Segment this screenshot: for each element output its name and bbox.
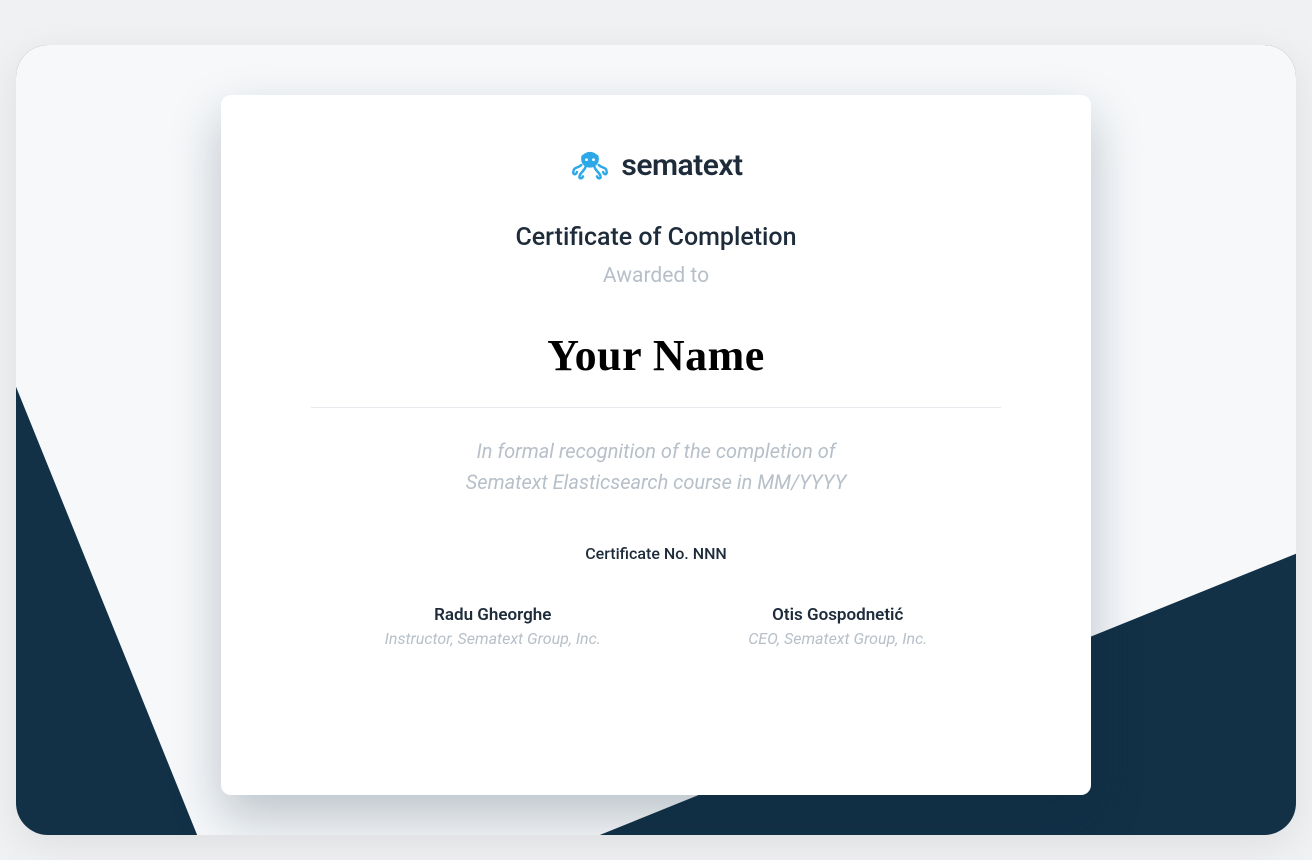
octopus-icon [569, 147, 611, 183]
awarded-to-label: Awarded to [603, 264, 709, 288]
signatory-1-title: Instructor, Sematext Group, Inc. [385, 629, 601, 648]
recognition-text: In formal recognition of the completion … [466, 436, 846, 498]
certificate-card: sematext Certificate of Completion Award… [16, 45, 1296, 835]
brand-logo: sematext [569, 147, 742, 183]
divider-line [311, 407, 1001, 408]
signatory-2: Otis Gospodnetić CEO, Sematext Group, In… [748, 605, 927, 648]
certificate-panel: sematext Certificate of Completion Award… [221, 95, 1091, 795]
signatory-2-name: Otis Gospodnetić [748, 605, 927, 625]
signatory-1: Radu Gheorghe Instructor, Sematext Group… [385, 605, 601, 648]
signatures-row: Radu Gheorghe Instructor, Sematext Group… [311, 605, 1001, 648]
brand-name: sematext [621, 148, 742, 183]
recognition-line-2: Sematext Elasticsearch course in MM/YYYY [466, 470, 846, 494]
certificate-title: Certificate of Completion [515, 223, 796, 252]
signatory-1-name: Radu Gheorghe [385, 605, 601, 625]
signatory-2-title: CEO, Sematext Group, Inc. [748, 629, 927, 648]
certificate-number: Certificate No. NNN [585, 544, 727, 563]
recipient-name: Your Name [547, 330, 765, 381]
recognition-line-1: In formal recognition of the completion … [476, 439, 835, 463]
